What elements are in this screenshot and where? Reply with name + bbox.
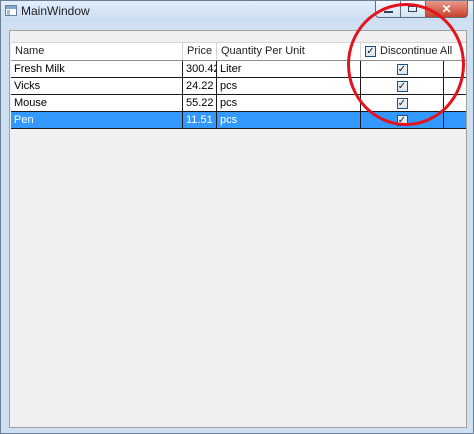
column-header-price[interactable]: Price — [183, 43, 217, 60]
table-row[interactable]: Fresh Milk 300.42 Liter ✓ — [11, 61, 466, 78]
cell-filler — [444, 95, 466, 111]
cell-price: 55.22 — [183, 95, 217, 111]
table-row[interactable]: Vicks 24.22 pcs ✓ — [11, 78, 466, 95]
cell-filler — [444, 112, 466, 128]
minimize-button[interactable] — [375, 1, 401, 18]
window-title: MainWindow — [21, 4, 90, 18]
discontinue-all-label: Discontinue All — [380, 45, 453, 57]
caption-buttons: ✕ — [375, 1, 468, 18]
table-row-selected[interactable]: Pen 11.51 pcs ✓ — [11, 112, 466, 129]
cell-discontinued: ✓ — [361, 61, 444, 77]
cell-price: 24.22 — [183, 78, 217, 94]
cell-unit: pcs — [217, 112, 361, 128]
maximize-button[interactable] — [401, 1, 426, 18]
window-icon[interactable] — [5, 5, 17, 16]
cell-discontinued: ✓ — [361, 95, 444, 111]
column-header-name[interactable]: Name — [11, 43, 183, 60]
grid-header: Name Price Quantity Per Unit ✓ Discontin… — [11, 42, 466, 61]
cell-name: Pen — [11, 112, 183, 128]
column-header-discontinue-all: ✓ Discontinue All — [361, 43, 466, 60]
products-data-grid[interactable]: Name Price Quantity Per Unit ✓ Discontin… — [11, 32, 466, 424]
cell-name: Vicks — [11, 78, 183, 94]
discontinued-checkbox[interactable]: ✓ — [396, 114, 408, 126]
cell-price: 300.42 — [183, 61, 217, 77]
client-area: Name Price Quantity Per Unit ✓ Discontin… — [9, 30, 467, 428]
table-row[interactable]: Mouse 55.22 pcs ✓ — [11, 95, 466, 112]
cell-price: 11.51 — [183, 112, 217, 128]
cell-name: Fresh Milk — [11, 61, 183, 77]
title-bar[interactable]: MainWindow ✕ — [1, 1, 473, 21]
cell-filler — [444, 78, 466, 94]
cell-filler — [444, 61, 466, 77]
cell-name: Mouse — [11, 95, 183, 111]
close-icon: ✕ — [441, 2, 452, 16]
discontinued-checkbox[interactable]: ✓ — [396, 97, 408, 109]
discontinued-checkbox[interactable]: ✓ — [396, 80, 408, 92]
column-header-quantity-per-unit[interactable]: Quantity Per Unit — [217, 43, 361, 60]
main-window: MainWindow ✕ Name Price Quantity Per Uni… — [0, 0, 474, 434]
discontinue-all-checkbox[interactable]: ✓ — [365, 46, 376, 57]
close-button[interactable]: ✕ — [426, 1, 468, 18]
minimize-icon — [384, 11, 393, 13]
discontinued-checkbox[interactable]: ✓ — [396, 63, 408, 75]
maximize-icon — [408, 5, 417, 12]
cell-unit: pcs — [217, 95, 361, 111]
cell-unit: pcs — [217, 78, 361, 94]
cell-discontinued: ✓ — [361, 78, 444, 94]
cell-discontinued: ✓ — [361, 112, 444, 128]
cell-unit: Liter — [217, 61, 361, 77]
